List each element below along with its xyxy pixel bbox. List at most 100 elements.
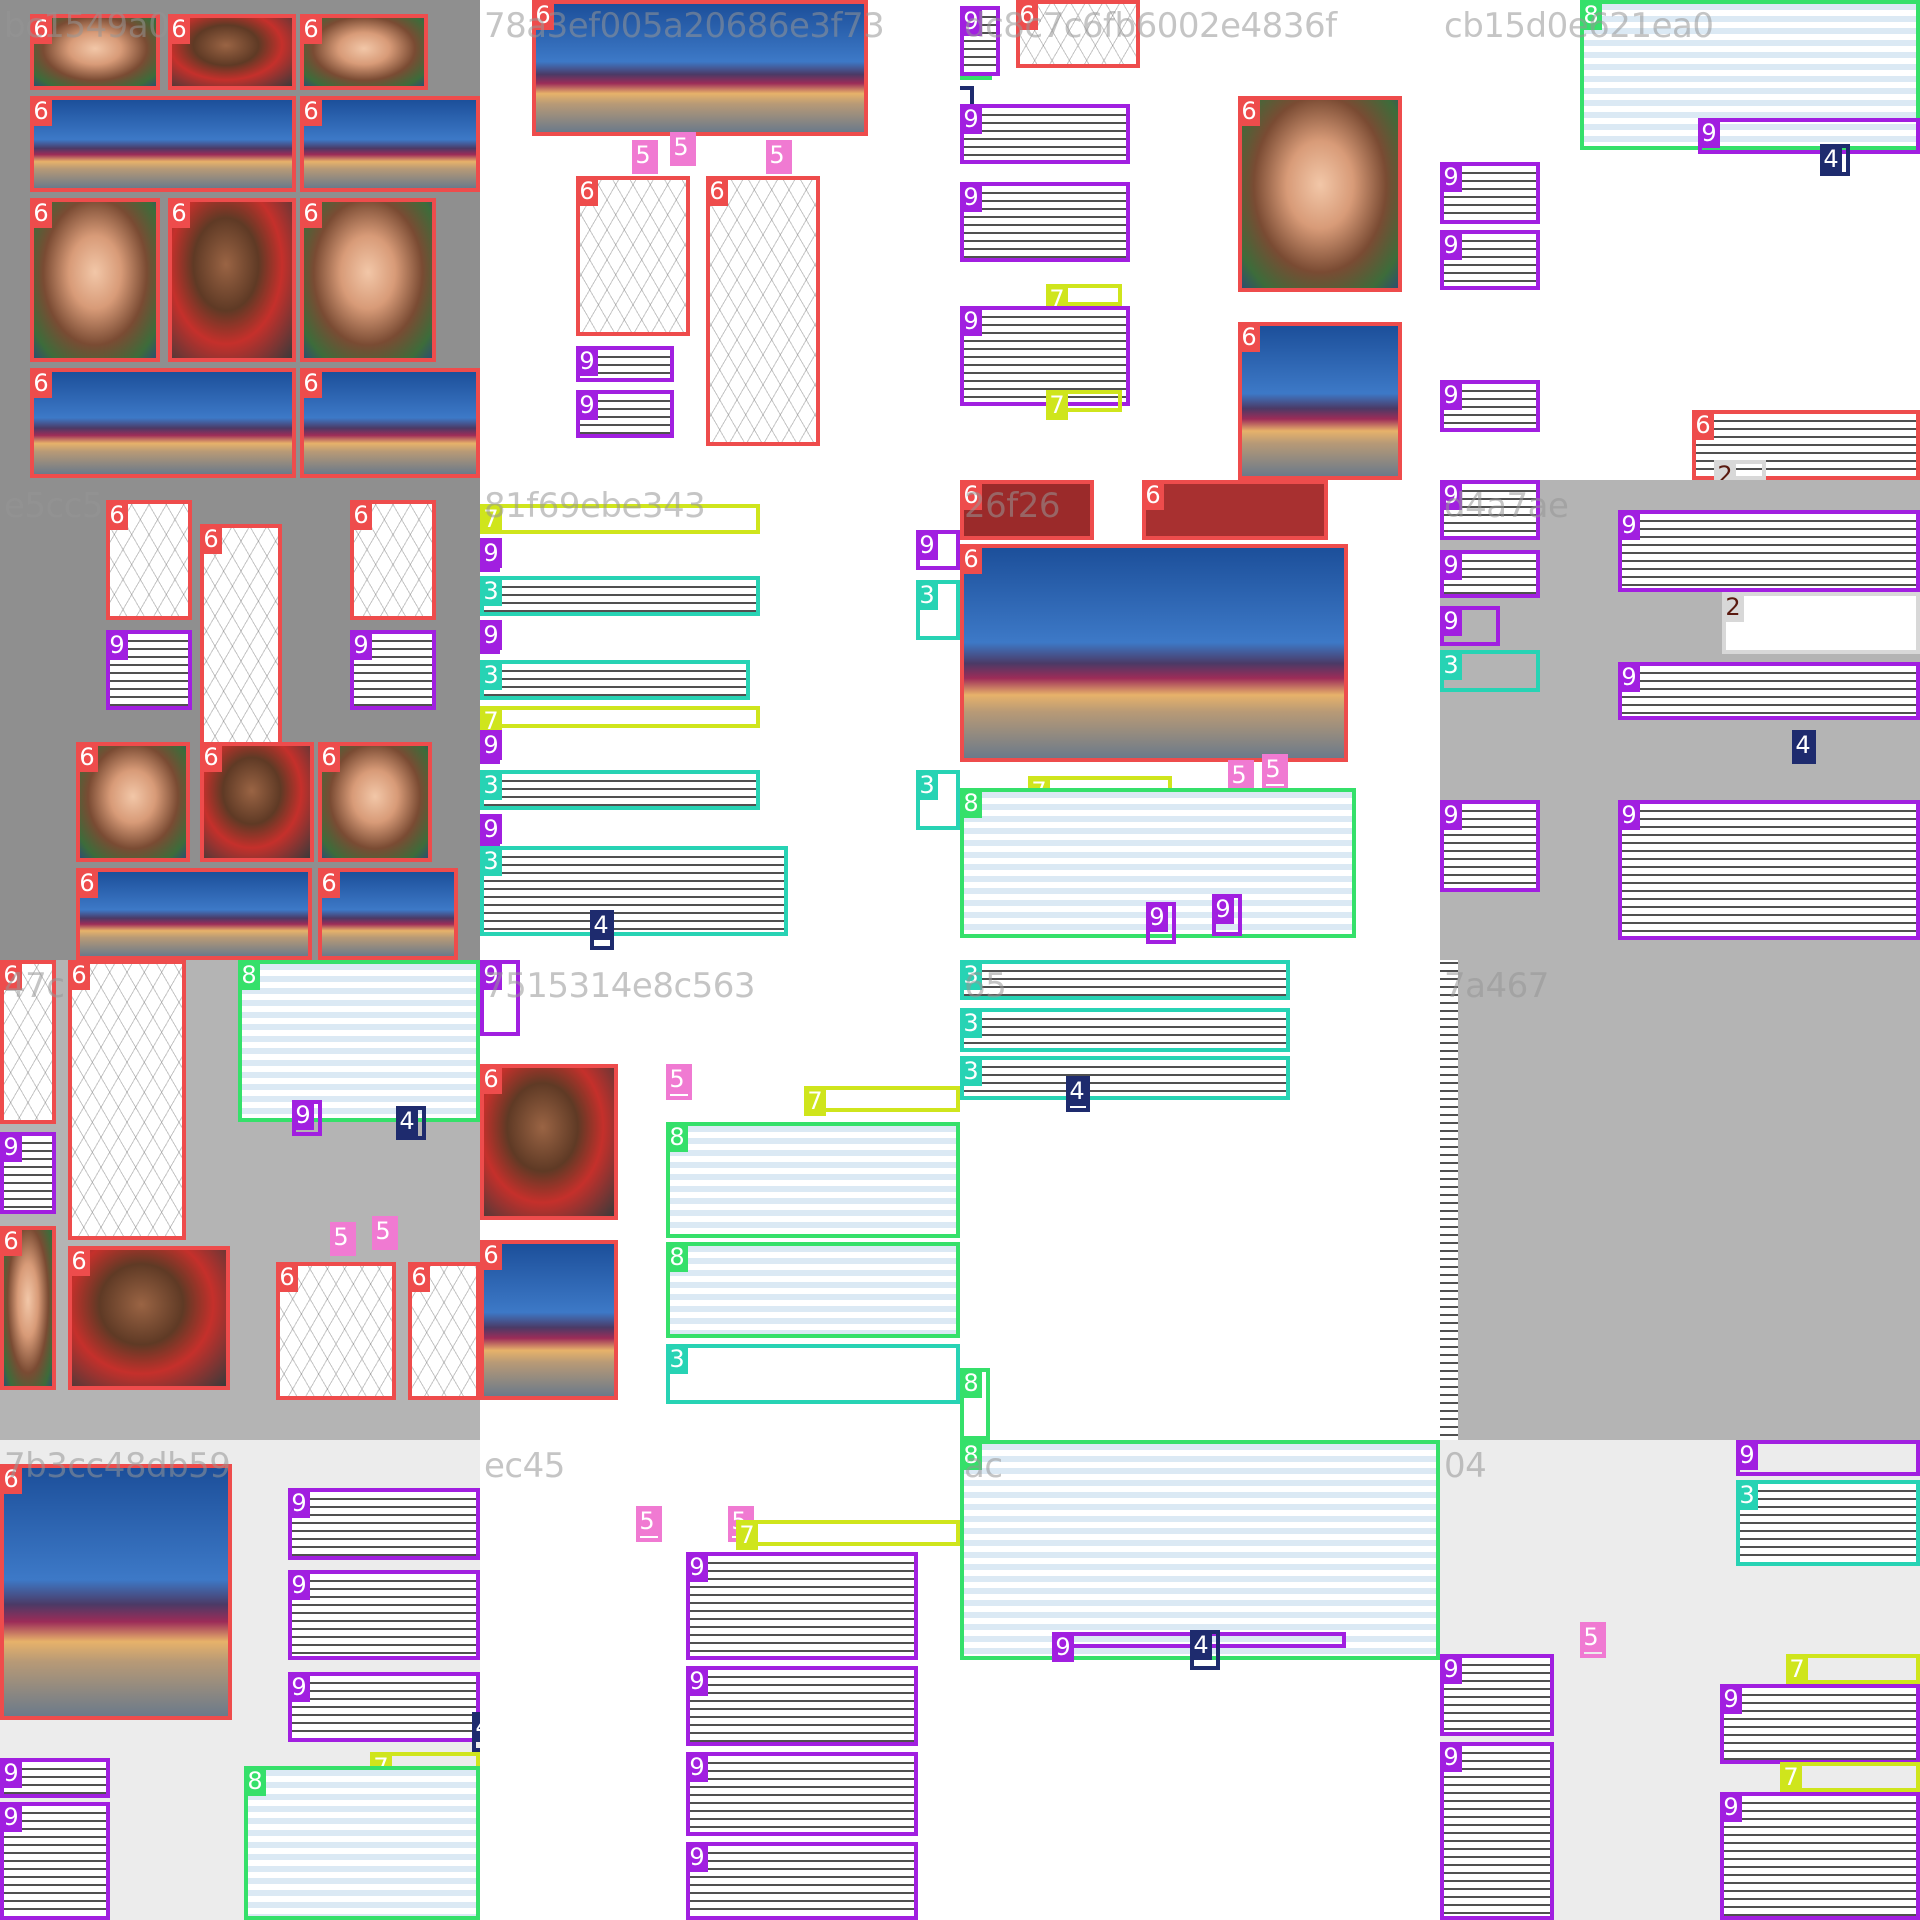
tile-hash: dc8c7c6fb6002e4836f	[964, 6, 1337, 46]
category-tag: 6	[1238, 322, 1260, 352]
tile-r3c3: 65 3 3 3 4 8	[960, 960, 1440, 1440]
tile-r1c1: bc1549a0 6 6 6 6 6 6 6 6 6 6	[0, 0, 480, 480]
category-tag: 6	[350, 500, 372, 530]
formula-region: 2	[1722, 592, 1920, 654]
chemical-structure-region: 6	[408, 1262, 480, 1400]
tile-hash: ac	[964, 1446, 1003, 1486]
tile-r1c4: cb15d0e621ea0 9 9 8 9 4 9 6 2	[1440, 0, 1920, 480]
chemical-structure-region: 6	[106, 500, 192, 620]
text-region: 9	[960, 104, 1130, 164]
text-region: 9	[686, 1552, 918, 1660]
category-tag: 9	[0, 1802, 22, 1832]
category-tag: 6	[480, 1064, 502, 1094]
category-tag: 6	[706, 176, 728, 206]
formula-region: 2	[1714, 460, 1766, 480]
tile-hash: 78a3ef005a20686e3f73	[484, 6, 885, 46]
category-tag: 6	[300, 368, 322, 398]
text-region: 9	[1440, 1654, 1554, 1736]
tile-r4c1: 7b3cc48db59 6 9 9 9 4 9 9 7 8	[0, 1440, 480, 1920]
label-region: 5	[670, 132, 696, 166]
caption-region: 4	[1792, 730, 1816, 764]
tile-hash: d4a7ae	[1444, 486, 1569, 526]
category-tag: 5	[1228, 760, 1250, 790]
label-region: 5	[372, 1216, 398, 1250]
category-tag: 5	[372, 1216, 394, 1246]
category-tag: 6	[0, 1226, 22, 1256]
list-region: 3	[960, 960, 1290, 1000]
category-tag: 6	[1238, 96, 1260, 126]
heading-region: 7	[1786, 1654, 1920, 1684]
tile-r2c1: e5cc5 6 6 6 9 9 6 6 6 6 6	[0, 480, 480, 960]
label-region: 5	[666, 1064, 692, 1100]
category-tag: 6	[318, 868, 340, 898]
text-region: 9	[288, 1672, 480, 1742]
text-region: 9	[960, 182, 1130, 262]
text-region: 9	[480, 538, 502, 572]
photo-region: 6	[168, 14, 296, 90]
category-tag: 9	[480, 730, 502, 760]
category-tag: 6	[576, 176, 598, 206]
category-tag: 4	[590, 910, 612, 940]
category-tag: 6	[1692, 410, 1714, 440]
text-region: 9	[106, 630, 192, 710]
text-region: 9	[480, 620, 502, 654]
category-tag: 7	[1786, 1654, 1808, 1684]
mosaic-grid: bc1549a0 6 6 6 6 6 6 6 6 6 6 78a3ef005a2…	[0, 0, 1920, 1920]
photo-region: 6	[1238, 96, 1402, 292]
text-region: 9	[1440, 800, 1540, 892]
list-region: 3	[480, 576, 760, 616]
tile-hash: cb15d0e621ea0	[1444, 6, 1714, 46]
category-tag: 5	[766, 140, 788, 170]
tile-r2c3: 26f26 6 6 6 5 5 7 8 9 9	[960, 480, 1440, 960]
category-tag: 6	[408, 1262, 430, 1292]
category-tag: 8	[238, 960, 260, 990]
photo-region: 6	[30, 198, 160, 362]
category-tag: 7	[804, 1086, 826, 1116]
photo-region: 6	[200, 742, 314, 862]
tile-r3c2: 7515314e8c563 9 6 6 5 7 8 8 3	[480, 960, 960, 1440]
category-tag: 9	[1618, 662, 1640, 692]
category-tag: 9	[686, 1752, 708, 1782]
category-tag: 6	[30, 96, 52, 126]
category-tag: 3	[666, 1344, 688, 1374]
caption-region: 4	[1190, 1630, 1220, 1670]
category-tag: 9	[1146, 902, 1168, 932]
photo-region: 6	[480, 1240, 618, 1400]
list-region: 3	[916, 580, 960, 640]
page-edge-region	[1440, 960, 1458, 1440]
category-tag: 2	[1714, 460, 1736, 480]
category-tag: 6	[480, 1240, 502, 1270]
category-tag: 3	[916, 770, 938, 800]
table-region: 8	[244, 1766, 480, 1920]
list-region: 3	[960, 1056, 1290, 1100]
category-tag: 7	[1046, 390, 1068, 420]
category-tag: 2	[1722, 592, 1744, 622]
text-region: 9	[1698, 118, 1920, 154]
chemical-structure-region: 6	[350, 500, 436, 620]
text-region: 9	[1618, 800, 1920, 940]
photo-region: 6	[30, 96, 296, 192]
category-tag: 6	[68, 960, 90, 990]
tile-hash: 65	[964, 966, 1007, 1006]
category-tag: 9	[106, 630, 128, 660]
text-region: 9	[0, 1758, 110, 1798]
category-tag: 9	[1736, 1440, 1758, 1470]
category-tag: 4	[1066, 1076, 1088, 1106]
caption-region: 4	[396, 1106, 426, 1140]
photo-region: 6	[300, 368, 480, 478]
label-region: 5	[636, 1506, 662, 1542]
category-tag: 6	[76, 742, 98, 772]
category-tag: 3	[480, 660, 502, 690]
category-tag: 3	[960, 1056, 982, 1086]
category-tag: 8	[960, 788, 982, 818]
category-tag: 6	[300, 198, 322, 228]
table-region: 8	[960, 1440, 1440, 1660]
category-tag: 9	[0, 1758, 22, 1788]
category-tag: 5	[330, 1222, 352, 1252]
text-region: 9	[1440, 550, 1540, 598]
caption-region: 4	[472, 1712, 480, 1752]
category-tag: 6	[276, 1262, 298, 1292]
photo-region: 6	[318, 868, 458, 960]
category-tag: 3	[480, 846, 502, 876]
tile-r2c4: d4a7ae 9 9 9 3 9 9 2 9 4 9	[1440, 480, 1920, 960]
